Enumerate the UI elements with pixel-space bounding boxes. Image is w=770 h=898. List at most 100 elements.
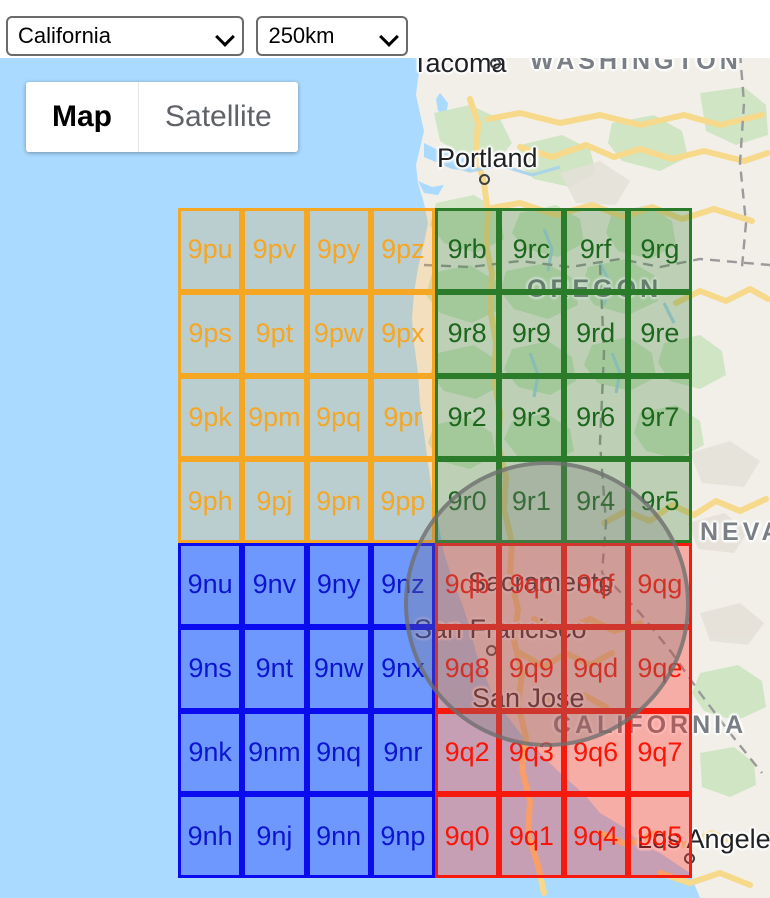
geohash-cell-9q0[interactable]: 9q0: [435, 794, 500, 878]
geohash-cell-label: 9nm: [248, 736, 301, 767]
geohash-cell-label: 9r1: [511, 485, 551, 516]
geohash-cell-9rd[interactable]: 9rd: [563, 291, 628, 376]
geohash-cell-label: 9nw: [313, 653, 364, 684]
city-dot-tacoma: [490, 58, 501, 69]
geohash-cell-9rg[interactable]: 9rg: [627, 208, 692, 292]
geohash-cell-9np[interactable]: 9np: [370, 794, 435, 878]
geohash-cell-label: 9ny: [316, 569, 361, 600]
geohash-cell-label: 9r6: [576, 401, 616, 432]
geohash-cell-9px[interactable]: 9px: [370, 291, 435, 376]
geohash-cell-9q6[interactable]: 9q6: [563, 710, 628, 795]
geohash-cell-9pn[interactable]: 9pn: [306, 459, 371, 543]
geohash-cell-label: 9r8: [447, 318, 487, 349]
geohash-cell-9qb[interactable]: 9qb: [435, 543, 500, 627]
geohash-cell-9rb[interactable]: 9rb: [435, 208, 500, 292]
geohash-grid: 9pu 9pv 9py 9pz 9rb 9rc 9rf 9rg 9ps 9pt 9pw 9px 9r8 9…: [178, 208, 692, 878]
geohash-cell-9q5[interactable]: 9q5: [627, 794, 692, 878]
geohash-cell-9q9[interactable]: 9q9: [499, 626, 564, 711]
geohash-cell-9q2[interactable]: 9q2: [435, 710, 500, 795]
geohash-cell-9q1[interactable]: 9q1: [499, 794, 564, 878]
geohash-cell-9rf[interactable]: 9rf: [563, 208, 628, 292]
map-type-map-button[interactable]: Map: [26, 82, 138, 152]
geohash-cell-9pp[interactable]: 9pp: [370, 459, 435, 543]
geohash-cell-label: 9rg: [640, 234, 680, 265]
geohash-cell-label: 9nz: [381, 569, 425, 600]
geohash-cell-9nm[interactable]: 9nm: [242, 710, 307, 795]
geohash-cell-9nr[interactable]: 9nr: [370, 710, 435, 795]
geohash-cell-9qe[interactable]: 9qe: [627, 626, 692, 711]
geohash-cell-9q4[interactable]: 9q4: [563, 794, 628, 878]
geohash-cell-9ny[interactable]: 9ny: [306, 543, 371, 627]
geohash-cell-9pz[interactable]: 9pz: [370, 208, 435, 292]
geohash-cell-9r8[interactable]: 9r8: [435, 291, 500, 376]
geohash-cell-9ph[interactable]: 9ph: [178, 459, 243, 543]
geohash-cell-9q3[interactable]: 9q3: [499, 710, 564, 795]
geohash-cell-label: 9rb: [447, 234, 487, 265]
radius-select[interactable]: 250km: [256, 16, 409, 56]
geohash-cell-label: 9pw: [313, 318, 364, 349]
geohash-cell-9py[interactable]: 9py: [306, 208, 371, 292]
geohash-cell-label: 9r3: [511, 401, 551, 432]
geohash-cell-label: 9nt: [255, 653, 294, 684]
map-type-satellite-button[interactable]: Satellite: [138, 82, 298, 152]
geohash-cell-label: 9nu: [187, 569, 233, 600]
geohash-cell-label: 9q4: [573, 820, 619, 851]
geohash-cell-9q8[interactable]: 9q8: [435, 626, 500, 711]
geohash-cell-label: 9pn: [316, 485, 362, 516]
geohash-cell-9r2[interactable]: 9r2: [435, 375, 500, 460]
geohash-cell-9pt[interactable]: 9pt: [242, 291, 307, 376]
geohash-cell-9r5[interactable]: 9r5: [627, 459, 692, 543]
control-bar: California 250km: [0, 0, 770, 58]
geohash-cell-9nu[interactable]: 9nu: [178, 543, 243, 627]
geohash-cell-9nx[interactable]: 9nx: [370, 626, 435, 711]
geohash-cell-label: 9r9: [511, 318, 551, 349]
geohash-cell-label: 9ns: [188, 653, 232, 684]
geohash-cell-9rc[interactable]: 9rc: [499, 208, 564, 292]
geohash-cell-9pw[interactable]: 9pw: [306, 291, 371, 376]
geohash-cell-label: 9r4: [576, 485, 616, 516]
geohash-cell-label: 9rc: [512, 234, 551, 265]
geohash-cell-9nn[interactable]: 9nn: [306, 794, 371, 878]
geohash-cell-9r4[interactable]: 9r4: [563, 459, 628, 543]
geohash-cell-9nq[interactable]: 9nq: [306, 710, 371, 795]
geohash-cell-9re[interactable]: 9re: [627, 291, 692, 376]
geohash-cell-9nh[interactable]: 9nh: [178, 794, 243, 878]
geohash-cell-label: 9pp: [380, 485, 426, 516]
geohash-cell-9r6[interactable]: 9r6: [563, 375, 628, 460]
geohash-cell-9pq[interactable]: 9pq: [306, 375, 371, 460]
geohash-cell-label: 9nj: [256, 820, 293, 851]
geohash-cell-label: 9q6: [573, 736, 619, 767]
geohash-cell-9pj[interactable]: 9pj: [242, 459, 307, 543]
geohash-cell-label: 9pm: [248, 401, 301, 432]
geohash-cell-9r3[interactable]: 9r3: [499, 375, 564, 460]
geohash-cell-9pk[interactable]: 9pk: [178, 375, 243, 460]
geohash-cell-9pm[interactable]: 9pm: [242, 375, 307, 460]
geohash-cell-9r0[interactable]: 9r0: [435, 459, 500, 543]
geohash-cell-9qg[interactable]: 9qg: [627, 543, 692, 627]
geohash-cell-9nt[interactable]: 9nt: [242, 626, 307, 711]
geohash-cell-label: 9re: [640, 318, 680, 349]
geohash-cell-9qd[interactable]: 9qd: [563, 626, 628, 711]
state-select[interactable]: California: [6, 16, 244, 56]
geohash-cell-9pu[interactable]: 9pu: [178, 208, 243, 292]
geohash-cell-9qf[interactable]: 9qf: [563, 543, 628, 627]
geohash-cell-9ps[interactable]: 9ps: [178, 291, 243, 376]
geohash-cell-label: 9rf: [579, 234, 612, 265]
geohash-cell-9r1[interactable]: 9r1: [499, 459, 564, 543]
geohash-cell-label: 9qe: [637, 653, 683, 684]
geohash-cell-9q7[interactable]: 9q7: [627, 710, 692, 795]
map-canvas[interactable]: Map Satellite Tacoma WASHINGTON Portland OR…: [0, 53, 770, 898]
geohash-cell-9nz[interactable]: 9nz: [370, 543, 435, 627]
geohash-cell-9nj[interactable]: 9nj: [242, 794, 307, 878]
geohash-cell-9nw[interactable]: 9nw: [306, 626, 371, 711]
geohash-cell-9nv[interactable]: 9nv: [242, 543, 307, 627]
geohash-cell-9r7[interactable]: 9r7: [627, 375, 692, 460]
geohash-cell-9pr[interactable]: 9pr: [370, 375, 435, 460]
geohash-cell-9r9[interactable]: 9r9: [499, 291, 564, 376]
geohash-cell-label: 9r0: [447, 485, 487, 516]
geohash-cell-9pv[interactable]: 9pv: [242, 208, 307, 292]
geohash-cell-9nk[interactable]: 9nk: [178, 710, 243, 795]
geohash-cell-label: 9nq: [316, 736, 362, 767]
geohash-cell-9qc[interactable]: 9qc: [499, 543, 564, 627]
geohash-cell-9ns[interactable]: 9ns: [178, 626, 243, 711]
